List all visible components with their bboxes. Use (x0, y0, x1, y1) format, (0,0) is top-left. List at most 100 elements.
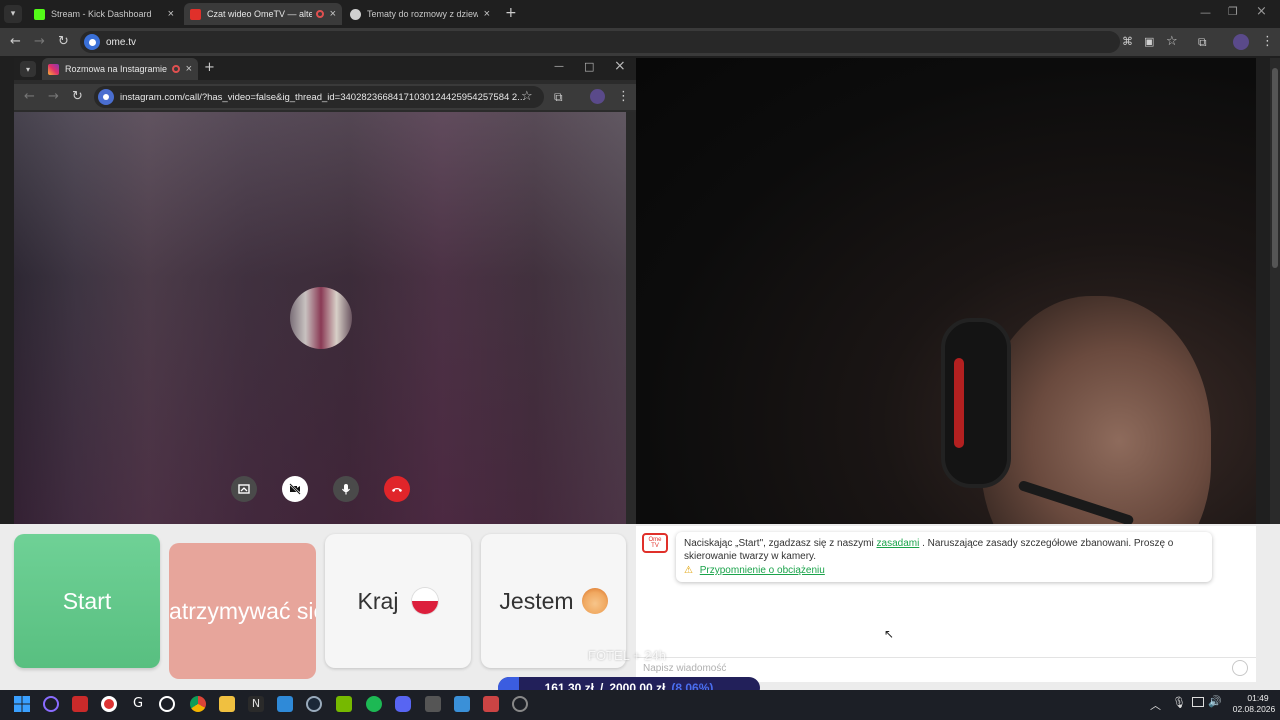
menu-icon[interactable]: ⋮ (617, 89, 630, 105)
forward-icon[interactable]: → (48, 89, 59, 105)
extensions-icon[interactable]: ⧉ (554, 89, 563, 105)
stop-button[interactable]: Zatrzymywać się (169, 543, 316, 679)
instagram-toolbar: ← → ↻ instagram.com/call/?has_video=fals… (14, 84, 636, 110)
app-icon-tool[interactable] (483, 696, 499, 712)
chrome-icon[interactable] (190, 696, 206, 712)
app-icon-window[interactable] (454, 696, 470, 712)
discord-icon[interactable] (395, 696, 411, 712)
ometv-logo: Ome TV (642, 533, 668, 553)
webcam-video (636, 58, 1256, 524)
maximize-button[interactable]: ❐ (1228, 5, 1238, 18)
country-button[interactable]: Kraj (325, 534, 471, 668)
tab-title: Czat wideo OmeTV — alter (207, 9, 312, 19)
reload-icon[interactable]: ↻ (72, 89, 83, 105)
boy-emoji-icon (581, 588, 608, 614)
minimize-button[interactable]: — (554, 61, 564, 72)
start-button[interactable]: Start (14, 534, 160, 668)
close-icon[interactable]: × (168, 8, 174, 20)
back-icon[interactable]: ← (24, 89, 35, 105)
emoji-icon[interactable] (1232, 660, 1248, 676)
minimize-button[interactable]: — (1200, 6, 1211, 19)
file-explorer-icon[interactable] (219, 696, 235, 712)
extensions-icon[interactable]: ⧉ (1198, 34, 1207, 50)
forward-icon[interactable]: → (34, 34, 45, 50)
notion-icon[interactable]: N (248, 696, 264, 712)
app-icon-target[interactable] (101, 696, 117, 712)
reload-icon[interactable]: ↻ (58, 34, 69, 50)
camera-toggle-button[interactable] (282, 476, 308, 502)
menu-icon[interactable]: ⋮ (1261, 34, 1274, 50)
rules-link[interactable]: zasadami (877, 538, 920, 549)
bookmark-star-icon[interactable]: ☆ (521, 89, 533, 105)
search-icon[interactable] (43, 696, 59, 712)
hang-up-button[interactable] (384, 476, 410, 502)
warning-icon: ⚠ (684, 565, 693, 576)
windows-start-icon[interactable] (14, 696, 30, 712)
close-window-button[interactable]: × (614, 58, 626, 74)
stop-label: Zatrzymywać się (169, 597, 316, 624)
tray-mic-icon[interactable]: 🎙 (1172, 696, 1186, 709)
instagram-tab-bar: ▾ Rozmowa na Instagramie × + — □ × (14, 58, 636, 80)
close-icon[interactable]: × (186, 63, 192, 75)
hang-up-icon (392, 488, 402, 492)
scrollbar[interactable] (626, 112, 636, 524)
calculator-icon[interactable] (425, 696, 441, 712)
microphone-button[interactable] (333, 476, 359, 502)
rules-notice: Naciskając „Start", zgadzasz się z naszy… (676, 532, 1212, 582)
site-info-icon[interactable] (84, 34, 100, 50)
tray-volume-icon[interactable]: 🔊 (1208, 695, 1222, 708)
share-screen-button[interactable] (231, 476, 257, 502)
site-info-icon[interactable] (98, 89, 114, 105)
address-bar[interactable]: ome.tv (80, 31, 1120, 53)
steelseries-icon[interactable] (159, 696, 175, 712)
mouse-cursor-icon: ↖ (884, 627, 895, 641)
app-icon-red[interactable] (72, 696, 88, 712)
steam-icon[interactable] (306, 696, 322, 712)
tab-search-button[interactable]: ▾ (4, 5, 22, 23)
camera-off-icon (289, 483, 301, 495)
clock-time[interactable]: 01:49 (1236, 693, 1280, 703)
share-screen-icon (238, 484, 250, 494)
tab-search-button[interactable]: ▾ (20, 61, 36, 77)
new-tab-button[interactable]: + (204, 60, 215, 75)
reminder-link[interactable]: Przypomnienie o obciążeniu (700, 565, 825, 576)
headphones (941, 318, 1011, 488)
nvidia-icon[interactable] (336, 696, 352, 712)
tab-tematy[interactable]: Tematy do rozmowy z dziewczy × (344, 3, 496, 25)
translate-icon[interactable]: ⌘ (1122, 34, 1133, 50)
message-placeholder: Napisz wiadomość (643, 663, 727, 674)
clock-date[interactable]: 02.08.2026 (1228, 704, 1280, 714)
message-input[interactable]: Napisz wiadomość (636, 657, 1256, 679)
tab-ometv[interactable]: Czat wideo OmeTV — alter × (184, 3, 342, 25)
address-bar[interactable]: instagram.com/call/?has_video=false&ig_t… (94, 86, 544, 108)
tab-instagram-call[interactable]: Rozmowa na Instagramie × (42, 58, 198, 80)
url-text: ome.tv (106, 36, 137, 48)
tab-title: Tematy do rozmowy z dziewczy (367, 9, 478, 19)
spotify-icon[interactable] (366, 696, 382, 712)
tray-chevron-icon[interactable]: ︿ (1150, 697, 1161, 713)
browser-tab-bar: ▾ Stream - Kick Dashboard × Czat wideo O… (0, 0, 1280, 28)
gender-label: Jestem (499, 587, 574, 614)
close-window-button[interactable]: × (1256, 4, 1267, 19)
back-icon[interactable]: ← (10, 34, 21, 50)
bookmark-star-icon[interactable]: ☆ (1166, 34, 1178, 50)
fotel-overlay-text: FOTEL + 24h (588, 648, 666, 663)
instagram-icon (48, 63, 59, 75)
profile-avatar[interactable] (590, 89, 605, 104)
cast-icon[interactable]: ▣ (1144, 34, 1154, 50)
app-icon-extra[interactable] (512, 696, 528, 712)
headphones-accent (954, 358, 964, 448)
tab-kick-dashboard[interactable]: Stream - Kick Dashboard × (28, 3, 180, 25)
tray-network-icon[interactable] (1192, 697, 1204, 707)
url-text: instagram.com/call/?has_video=false&ig_t… (120, 91, 526, 103)
maximize-button[interactable]: □ (584, 60, 594, 73)
country-label: Kraj (357, 587, 399, 614)
recording-icon (315, 10, 324, 18)
youtube-icon (190, 8, 201, 20)
close-icon[interactable]: × (330, 8, 336, 20)
app-icon-g[interactable]: G (130, 696, 146, 712)
photos-icon[interactable] (277, 696, 293, 712)
new-tab-button[interactable]: + (505, 5, 517, 21)
profile-avatar[interactable] (1233, 34, 1249, 50)
close-icon[interactable]: × (484, 8, 490, 20)
